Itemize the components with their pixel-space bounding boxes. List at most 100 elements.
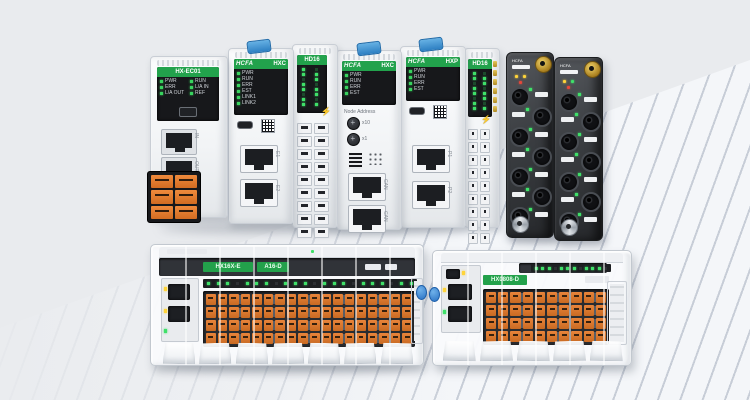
ethernet-port-p1 xyxy=(412,145,450,173)
led-label: EST xyxy=(350,91,360,96)
channel-led-icon xyxy=(483,107,486,110)
ip67-brand-label: HCFA xyxy=(512,59,523,63)
terminal-point xyxy=(356,320,366,331)
led-dot-icon xyxy=(237,102,240,105)
port-label: OUT xyxy=(193,161,199,172)
channel-led-icon xyxy=(483,102,486,105)
terminal-point xyxy=(298,294,308,305)
channel-led-icon xyxy=(560,267,563,270)
terminal-point xyxy=(498,318,508,329)
terminal-point xyxy=(252,320,262,331)
terminal-point xyxy=(264,320,274,331)
rail-led xyxy=(311,250,314,253)
terminal-point xyxy=(298,307,308,318)
led-dot-icon xyxy=(160,92,163,95)
terminal-point xyxy=(206,294,216,305)
status-led xyxy=(519,81,522,84)
rail-label xyxy=(167,249,207,254)
vent-slots xyxy=(299,48,331,54)
network-port xyxy=(168,284,190,300)
can-port-2 xyxy=(348,205,386,233)
spring-clamp-terminal xyxy=(480,207,490,218)
terminal-point xyxy=(252,307,262,318)
m12-cable-nut xyxy=(561,219,578,236)
led-dot-icon xyxy=(190,86,193,89)
bus-pin-icon xyxy=(493,88,497,94)
m12-connector xyxy=(532,107,552,127)
lightning-icon: ⚡ xyxy=(321,107,331,116)
port-label: P1 xyxy=(446,151,452,157)
terminal-point xyxy=(345,307,355,318)
port-label: P2 xyxy=(446,187,452,193)
network-port xyxy=(448,284,472,300)
coupler-face-panel: HCFA HXC PWRRUNERREST xyxy=(342,61,396,105)
led-dot-icon xyxy=(190,80,193,83)
terminal-point xyxy=(310,294,320,305)
terminal-io-unit-1: HX16X-E A16-D xyxy=(150,244,424,366)
terminal-point xyxy=(535,305,545,316)
channel-led-icon xyxy=(483,92,486,95)
port-led-icon xyxy=(575,153,578,156)
led-dot-icon xyxy=(409,82,412,85)
spring-clamp-terminal xyxy=(480,220,490,231)
terminal-point xyxy=(379,320,389,331)
terminal-point xyxy=(596,292,606,303)
led-label: L/A OUT xyxy=(165,91,184,96)
spring-clamp-terminal xyxy=(314,214,329,225)
led-dot-icon xyxy=(345,86,348,89)
channel-led-icon xyxy=(483,72,486,75)
link-led xyxy=(443,288,446,292)
spring-clamp-terminal xyxy=(468,168,478,179)
terminal-point xyxy=(218,307,228,318)
terminal-point xyxy=(275,294,285,305)
status-led-labels: PWRRUNERRL/A INL/A OUTREF xyxy=(157,77,219,98)
vent-slots xyxy=(407,50,459,56)
spring-clamp-terminal xyxy=(314,201,329,212)
terminal-point xyxy=(264,307,274,318)
spring-clamp-terminal xyxy=(297,162,312,173)
terminal-point xyxy=(310,320,320,331)
unit-variant-label: A16-D xyxy=(257,262,289,272)
rotary-label: x1 xyxy=(362,136,367,142)
channel-led-icon xyxy=(302,98,305,101)
terminal-point xyxy=(510,318,520,329)
terminal-point xyxy=(218,294,228,305)
terminal-point xyxy=(310,307,320,318)
module-header: HCFA HXC xyxy=(342,61,396,71)
terminal-point xyxy=(298,320,308,331)
terminal-point xyxy=(559,318,569,329)
terminal-point xyxy=(498,292,508,303)
coupler-face-panel: HCFA HXC PWRRUNERRESTLINK1LINK2 xyxy=(234,59,288,115)
channel-led-icon xyxy=(548,267,551,270)
channel-led-icon xyxy=(473,77,476,80)
brand-logo: HCFA xyxy=(236,59,253,69)
terminal-point xyxy=(333,307,343,318)
terminal-point xyxy=(523,292,533,303)
bus-pin-icon xyxy=(493,61,497,67)
port-led-icon xyxy=(578,133,581,136)
spring-clamp-terminal xyxy=(297,214,312,225)
terminal-point xyxy=(368,294,378,305)
m12-connector xyxy=(581,112,601,132)
usb-a-port xyxy=(179,107,197,117)
ethercat-in-port xyxy=(161,129,197,155)
spring-clamp-terminal xyxy=(480,168,490,179)
spring-clamp-terminal xyxy=(480,142,490,153)
spring-clamp-terminal xyxy=(468,233,478,244)
status-led xyxy=(571,80,574,83)
led-dot-icon xyxy=(409,88,412,91)
module-model-label: HD16 xyxy=(472,59,487,69)
spring-clamp-terminal xyxy=(297,188,312,199)
module-header: HD16 xyxy=(297,55,327,65)
channel-led-icon xyxy=(483,77,486,80)
module-model-label: HX-EC01 xyxy=(175,67,200,77)
spring-clamp-terminal xyxy=(314,227,329,238)
terminal-point xyxy=(379,294,389,305)
terminal-point xyxy=(510,292,520,303)
channel-led-icon xyxy=(315,88,318,91)
m12-connector xyxy=(532,187,552,207)
terminal-point xyxy=(559,292,569,303)
port-id-label xyxy=(512,112,525,117)
channel-led-icon xyxy=(473,97,476,100)
terminal-point xyxy=(206,307,216,318)
